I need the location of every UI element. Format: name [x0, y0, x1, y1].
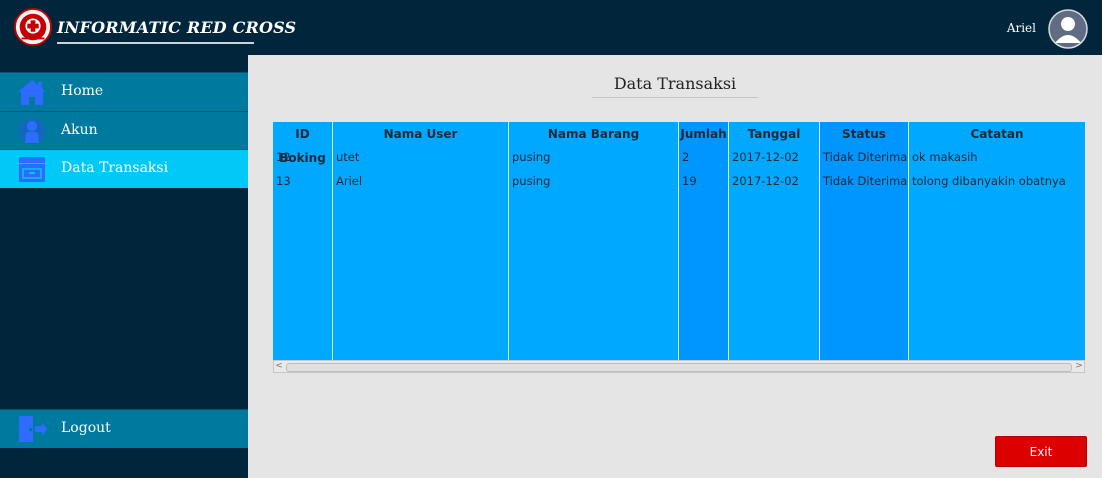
- home-icon: [18, 80, 46, 105]
- column-tanggal: Tanggal 2017-12-02 2017-12-02: [729, 122, 820, 360]
- table-cell[interactable]: Ariel: [336, 174, 362, 188]
- sidebar-item-akun[interactable]: Akun: [0, 111, 248, 150]
- title-underline: [57, 42, 254, 44]
- table-header-cell[interactable]: Nama User: [333, 122, 508, 146]
- table-header-cell[interactable]: Jumlah: [679, 122, 728, 146]
- table-cell[interactable]: tolong dibanyakin obatnya: [912, 174, 1066, 188]
- table-cell[interactable]: 2017-12-02: [732, 174, 799, 188]
- table-cell[interactable]: 2017-12-02: [732, 150, 799, 164]
- table-cell[interactable]: utet: [336, 150, 359, 164]
- sidebar-item-label: Home: [61, 83, 104, 99]
- table-cell[interactable]: pusing: [512, 150, 550, 164]
- user-account-icon: [19, 118, 45, 144]
- red-cross-logo-icon: [14, 8, 52, 46]
- table-cell[interactable]: ok makasih: [912, 150, 978, 164]
- table-cell[interactable]: 12: [276, 150, 291, 164]
- table-cell[interactable]: 2: [682, 150, 689, 164]
- table-header-cell[interactable]: Nama Barang: [509, 122, 678, 146]
- table-header-cell[interactable]: Tanggal: [729, 122, 819, 146]
- logout-icon: [19, 416, 47, 442]
- sidebar-item-label: Akun: [61, 122, 98, 138]
- column-catatan: Catatan ok makasih tolong dibanyakin oba…: [909, 122, 1085, 360]
- logout-button[interactable]: Logout: [0, 409, 248, 448]
- scroll-right-arrow-icon[interactable]: >: [1074, 361, 1084, 372]
- table-cell[interactable]: Tidak Diterima: [823, 174, 907, 188]
- sidebar-item-data-transaksi[interactable]: Data Transaksi: [0, 149, 248, 188]
- table-header-cell[interactable]: Status: [820, 122, 908, 146]
- sidebar-item-home[interactable]: Home: [0, 72, 248, 111]
- page-title: Data Transaksi: [613, 74, 737, 93]
- exit-button[interactable]: Exit: [995, 436, 1087, 467]
- column-id-boking: ID Boking 12 13: [273, 122, 333, 360]
- table-cell[interactable]: Tidak Diterima: [823, 150, 907, 164]
- main-panel: Data Transaksi ID Boking 12 13 Nama User…: [248, 55, 1102, 478]
- app-header: INFORMATIC RED CROSS Ariel: [0, 0, 1102, 55]
- column-nama-user: Nama User utet Ariel: [333, 122, 509, 360]
- table-header-cell[interactable]: Catatan: [909, 122, 1085, 146]
- table-header-cell[interactable]: ID Boking: [273, 122, 332, 165]
- cabinet-icon: [19, 157, 45, 182]
- page-title-underline: [592, 97, 758, 98]
- column-status: Status Tidak Diterima Tidak Diterima: [820, 122, 909, 360]
- logout-label: Logout: [61, 420, 111, 436]
- column-nama-barang: Nama Barang pusing pusing: [509, 122, 679, 360]
- scroll-left-arrow-icon[interactable]: <: [274, 361, 284, 372]
- horizontal-scrollbar[interactable]: < >: [273, 360, 1085, 373]
- app-title: INFORMATIC RED CROSS: [57, 18, 297, 37]
- transactions-table[interactable]: ID Boking 12 13 Nama User utet Ariel Nam…: [273, 122, 1085, 373]
- scrollbar-thumb[interactable]: [286, 363, 1072, 372]
- table-cell[interactable]: 19: [682, 174, 697, 188]
- user-name: Ariel: [1006, 21, 1036, 35]
- user-avatar-icon[interactable]: [1048, 9, 1088, 49]
- table-cell[interactable]: pusing: [512, 174, 550, 188]
- sidebar-item-label: Data Transaksi: [61, 160, 169, 176]
- column-jumlah: Jumlah 2 19: [679, 122, 729, 360]
- sidebar: Home Akun Data Transaksi Logout: [0, 55, 248, 478]
- table-cell[interactable]: 13: [276, 174, 291, 188]
